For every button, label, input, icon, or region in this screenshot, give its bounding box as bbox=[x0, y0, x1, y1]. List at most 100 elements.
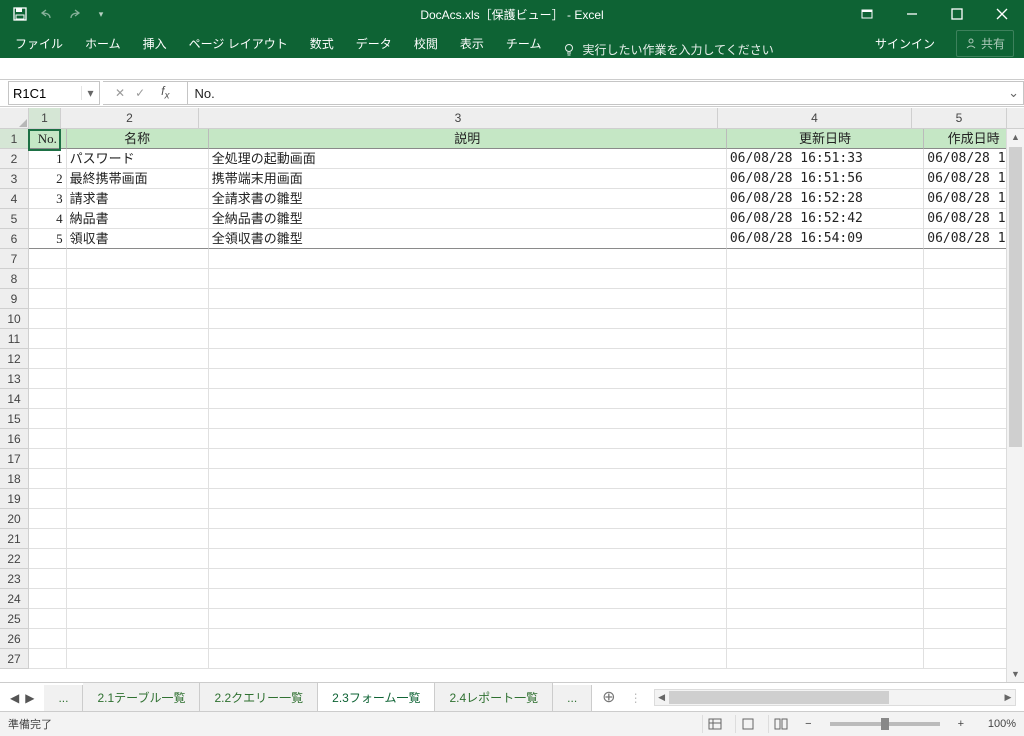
cell[interactable] bbox=[67, 649, 209, 669]
cell[interactable] bbox=[29, 289, 67, 309]
cell[interactable] bbox=[209, 249, 727, 269]
cell[interactable] bbox=[209, 449, 727, 469]
cell[interactable] bbox=[727, 309, 924, 329]
row-header[interactable]: 4 bbox=[0, 189, 29, 209]
formula-expand[interactable]: ⌄ bbox=[1008, 85, 1019, 101]
scroll-left-arrow[interactable]: ◀ bbox=[655, 692, 669, 703]
cell[interactable] bbox=[67, 329, 209, 349]
cell-name[interactable]: 最終携帯画面 bbox=[67, 169, 209, 189]
horizontal-scrollbar[interactable]: ◀ ▶ bbox=[654, 689, 1016, 706]
cell[interactable] bbox=[727, 289, 924, 309]
cell[interactable] bbox=[29, 429, 67, 449]
row-header[interactable]: 10 bbox=[0, 309, 29, 329]
cell[interactable] bbox=[29, 369, 67, 389]
cell[interactable] bbox=[67, 489, 209, 509]
row-header[interactable]: 9 bbox=[0, 289, 29, 309]
cell[interactable] bbox=[727, 389, 924, 409]
cell[interactable] bbox=[209, 509, 727, 529]
cell[interactable] bbox=[209, 349, 727, 369]
cell[interactable] bbox=[29, 469, 67, 489]
vscroll-thumb[interactable] bbox=[1009, 147, 1022, 447]
cell[interactable] bbox=[727, 429, 924, 449]
sheet-tab-1[interactable]: 2.2クエリー一覧 bbox=[200, 683, 318, 712]
row-header[interactable]: 15 bbox=[0, 409, 29, 429]
cell[interactable] bbox=[67, 349, 209, 369]
row-header[interactable]: 3 bbox=[0, 169, 29, 189]
col-header-5[interactable]: 5 bbox=[912, 108, 1007, 128]
sheet-tab-2[interactable]: 2.3フォーム一覧 bbox=[318, 682, 435, 714]
cell[interactable] bbox=[727, 489, 924, 509]
cell-name[interactable]: パスワード bbox=[67, 149, 209, 169]
row-header[interactable]: 13 bbox=[0, 369, 29, 389]
row-header[interactable]: 21 bbox=[0, 529, 29, 549]
cell[interactable] bbox=[67, 529, 209, 549]
scroll-right-arrow[interactable]: ▶ bbox=[1001, 692, 1015, 703]
share-button[interactable]: 共有 bbox=[956, 30, 1014, 57]
cell[interactable] bbox=[29, 529, 67, 549]
row-header[interactable]: 1 bbox=[0, 129, 29, 149]
cell[interactable] bbox=[67, 309, 209, 329]
tab-home[interactable]: ホーム bbox=[74, 28, 132, 58]
col-header-1[interactable]: 1 bbox=[29, 108, 61, 128]
scroll-up-arrow[interactable]: ▲ bbox=[1007, 129, 1024, 146]
cell[interactable] bbox=[209, 529, 727, 549]
tab-formulas[interactable]: 数式 bbox=[299, 28, 345, 58]
row-header[interactable]: 6 bbox=[0, 229, 29, 249]
cell[interactable] bbox=[209, 609, 727, 629]
cell[interactable] bbox=[29, 309, 67, 329]
cell[interactable] bbox=[209, 309, 727, 329]
cell[interactable] bbox=[727, 509, 924, 529]
cell-no[interactable]: 2 bbox=[29, 169, 67, 189]
cell[interactable] bbox=[29, 409, 67, 429]
view-normal-button[interactable] bbox=[702, 715, 727, 733]
cell-name[interactable]: 領収書 bbox=[67, 229, 209, 249]
zoom-slider-knob[interactable] bbox=[881, 718, 889, 730]
cell[interactable] bbox=[67, 469, 209, 489]
cell-updated[interactable]: 06/08/28 16:51:33 bbox=[727, 149, 924, 169]
cell[interactable] bbox=[727, 649, 924, 669]
select-all-corner[interactable] bbox=[0, 108, 29, 128]
cell-header-name[interactable]: 名称 bbox=[67, 129, 209, 149]
cell[interactable] bbox=[67, 369, 209, 389]
cell[interactable] bbox=[209, 289, 727, 309]
cell[interactable] bbox=[29, 389, 67, 409]
cell[interactable] bbox=[29, 569, 67, 589]
sheet-overflow-prev[interactable]: ... bbox=[44, 685, 83, 711]
row-header[interactable]: 7 bbox=[0, 249, 29, 269]
cell-updated[interactable]: 06/08/28 16:54:09 bbox=[727, 229, 924, 249]
row-header[interactable]: 26 bbox=[0, 629, 29, 649]
cell[interactable] bbox=[727, 409, 924, 429]
redo-button[interactable] bbox=[62, 3, 86, 25]
view-pagelayout-button[interactable] bbox=[735, 715, 760, 733]
sheet-nav-next[interactable]: ▶ bbox=[25, 691, 34, 705]
minimize-button[interactable] bbox=[889, 0, 934, 28]
cell-desc[interactable]: 全請求書の雛型 bbox=[209, 189, 727, 209]
cell[interactable] bbox=[29, 329, 67, 349]
cell[interactable] bbox=[727, 249, 924, 269]
cell-name[interactable]: 請求書 bbox=[67, 189, 209, 209]
row-header[interactable]: 22 bbox=[0, 549, 29, 569]
cell-no[interactable]: 3 bbox=[29, 189, 67, 209]
cell-updated[interactable]: 06/08/28 16:52:42 bbox=[727, 209, 924, 229]
cell[interactable] bbox=[209, 409, 727, 429]
zoom-slider[interactable] bbox=[830, 722, 940, 726]
cell-updated[interactable]: 06/08/28 16:52:28 bbox=[727, 189, 924, 209]
cell[interactable] bbox=[209, 429, 727, 449]
cell[interactable] bbox=[67, 589, 209, 609]
cell[interactable] bbox=[209, 629, 727, 649]
row-header[interactable]: 17 bbox=[0, 449, 29, 469]
cell[interactable] bbox=[727, 569, 924, 589]
name-box-dropdown[interactable]: ▾ bbox=[81, 86, 99, 100]
grid-body[interactable]: 1 No. 名称 説明 更新日時 作成日時 21パスワード全処理の起動画面06/… bbox=[0, 129, 1024, 683]
cell[interactable] bbox=[67, 449, 209, 469]
col-header-3[interactable]: 3 bbox=[199, 108, 718, 128]
tab-pagelayout[interactable]: ページ レイアウト bbox=[178, 28, 299, 58]
cell-desc[interactable]: 全処理の起動画面 bbox=[209, 149, 727, 169]
fx-icon[interactable]: fx bbox=[155, 84, 175, 101]
name-box-input[interactable] bbox=[9, 86, 81, 101]
sheet-nav-prev[interactable]: ◀ bbox=[10, 691, 19, 705]
tab-review[interactable]: 校閲 bbox=[403, 28, 449, 58]
row-header[interactable]: 18 bbox=[0, 469, 29, 489]
cell-header-desc[interactable]: 説明 bbox=[209, 129, 727, 149]
cell[interactable] bbox=[727, 349, 924, 369]
